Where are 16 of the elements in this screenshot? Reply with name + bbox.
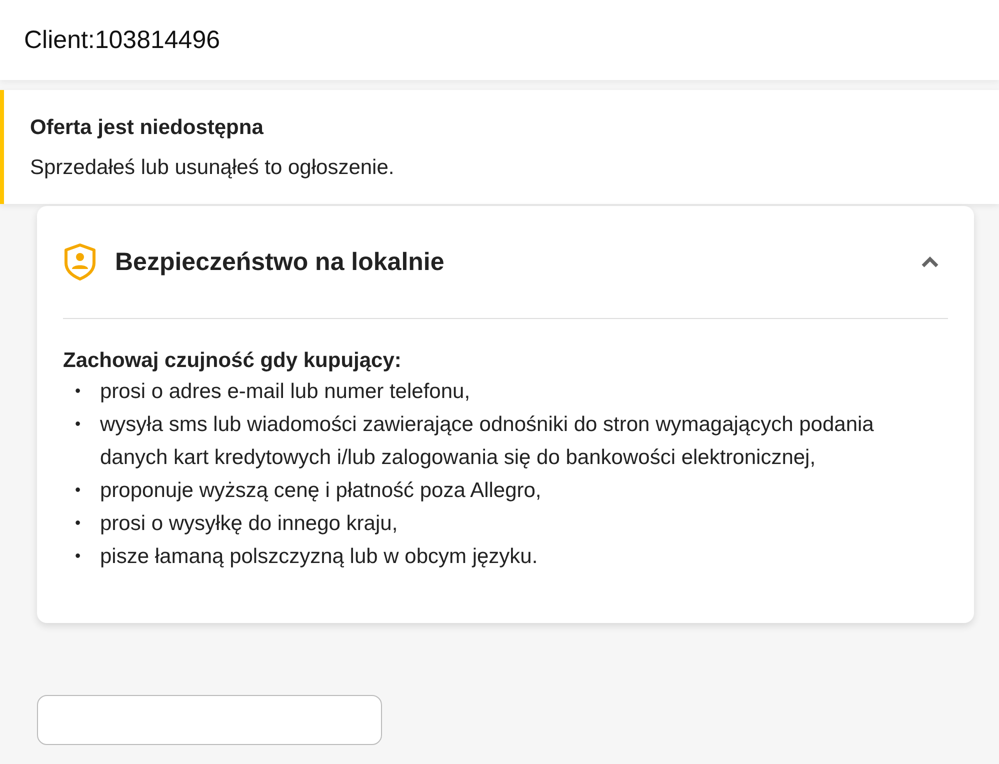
chevron-icon <box>920 256 940 268</box>
client-title: Client:103814496 <box>24 26 220 54</box>
bullet-mark: • <box>75 415 82 435</box>
notice-title: Oferta jest niedostępna <box>30 116 264 140</box>
safety-heading: Zachowaj czujność gdy kupujący: <box>63 349 402 373</box>
warning-item: prosi o adres e-mail lub numer telefonu, <box>100 379 470 405</box>
safety-title: Bezpieczeństwo na lokalnie <box>115 248 446 276</box>
warning-item: prosi o wysyłkę do innego kraju, <box>100 511 398 537</box>
bullet-mark: • <box>75 514 82 534</box>
shield-person-icon <box>63 243 97 281</box>
bullet-mark: • <box>75 481 82 501</box>
warning-item: pisze łamaną polszczyzną lub w obcym języku. <box>100 544 538 570</box>
bullet-mark: • <box>75 547 82 567</box>
notice-message: Sprzedałeś lub usunąłeś to ogłoszenie. <box>30 156 396 180</box>
warning-item: proponuje wyższą cenę i płatność poza Allegro, <box>100 478 542 504</box>
bullet-mark: • <box>75 382 82 402</box>
